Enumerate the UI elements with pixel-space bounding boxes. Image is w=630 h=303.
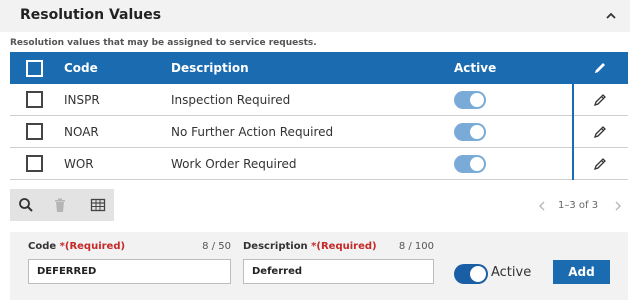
code-char-count: 8 / 50 [202, 241, 231, 252]
description-input[interactable] [243, 259, 434, 284]
add-button[interactable]: Add [553, 260, 610, 284]
trash-icon[interactable] [52, 197, 68, 213]
toggle-knob [470, 125, 484, 139]
row-code: INSPR [64, 93, 100, 107]
column-divider [572, 148, 574, 180]
code-label: Code *(Required) [28, 241, 125, 252]
code-required-marker: *(Required) [59, 241, 126, 252]
add-form: Code *(Required) 8 / 50 Description *(Re… [10, 232, 628, 300]
pagination-label: 1–3 of 3 [558, 200, 599, 211]
row-active-toggle[interactable] [454, 155, 486, 173]
description-label: Description *(Required) [243, 241, 377, 252]
table-icon[interactable] [90, 197, 106, 213]
section-header: Resolution Values [0, 0, 630, 32]
row-code: NOAR [64, 125, 99, 139]
pencil-icon[interactable] [592, 60, 608, 76]
pencil-icon[interactable] [592, 124, 608, 140]
description-char-count: 8 / 100 [398, 241, 434, 252]
column-divider [572, 116, 574, 148]
row-active-toggle[interactable] [454, 123, 486, 141]
pencil-icon[interactable] [592, 92, 608, 108]
code-input[interactable] [28, 259, 231, 284]
code-label-text: Code [28, 241, 57, 252]
column-divider [572, 84, 574, 116]
column-header-description[interactable]: Description [171, 61, 249, 75]
search-icon[interactable] [18, 197, 34, 213]
row-description: Inspection Required [171, 93, 291, 107]
row-checkbox[interactable] [26, 91, 43, 108]
row-description: Work Order Required [171, 157, 297, 171]
row-active-toggle[interactable] [454, 91, 486, 109]
row-checkbox[interactable] [26, 123, 43, 140]
section-subtitle: Resolution values that may be assigned t… [10, 38, 317, 48]
pencil-icon[interactable] [592, 156, 608, 172]
grid-toolbar [10, 189, 114, 221]
active-label: Active [491, 265, 532, 280]
active-toggle[interactable] [454, 264, 488, 284]
description-label-text: Description [243, 241, 308, 252]
column-header-active[interactable]: Active [454, 61, 496, 75]
row-description: No Further Action Required [171, 125, 334, 139]
toggle-knob [470, 157, 484, 171]
select-all-checkbox[interactable] [26, 60, 43, 77]
chevron-up-icon[interactable] [604, 9, 618, 23]
row-code: WOR [64, 157, 94, 171]
chevron-left-icon[interactable] [536, 198, 548, 214]
column-header-code[interactable]: Code [64, 61, 98, 75]
chevron-right-icon[interactable] [612, 198, 624, 214]
table-row[interactable]: WOR Work Order Required [10, 148, 628, 180]
toggle-knob [470, 266, 486, 282]
grid-header: Code Description Active [10, 52, 628, 84]
table-row[interactable]: NOAR No Further Action Required [10, 116, 628, 148]
section-title: Resolution Values [20, 7, 162, 23]
description-required-marker: *(Required) [311, 241, 377, 252]
row-checkbox[interactable] [26, 155, 43, 172]
table-row[interactable]: INSPR Inspection Required [10, 84, 628, 116]
toggle-knob [470, 93, 484, 107]
